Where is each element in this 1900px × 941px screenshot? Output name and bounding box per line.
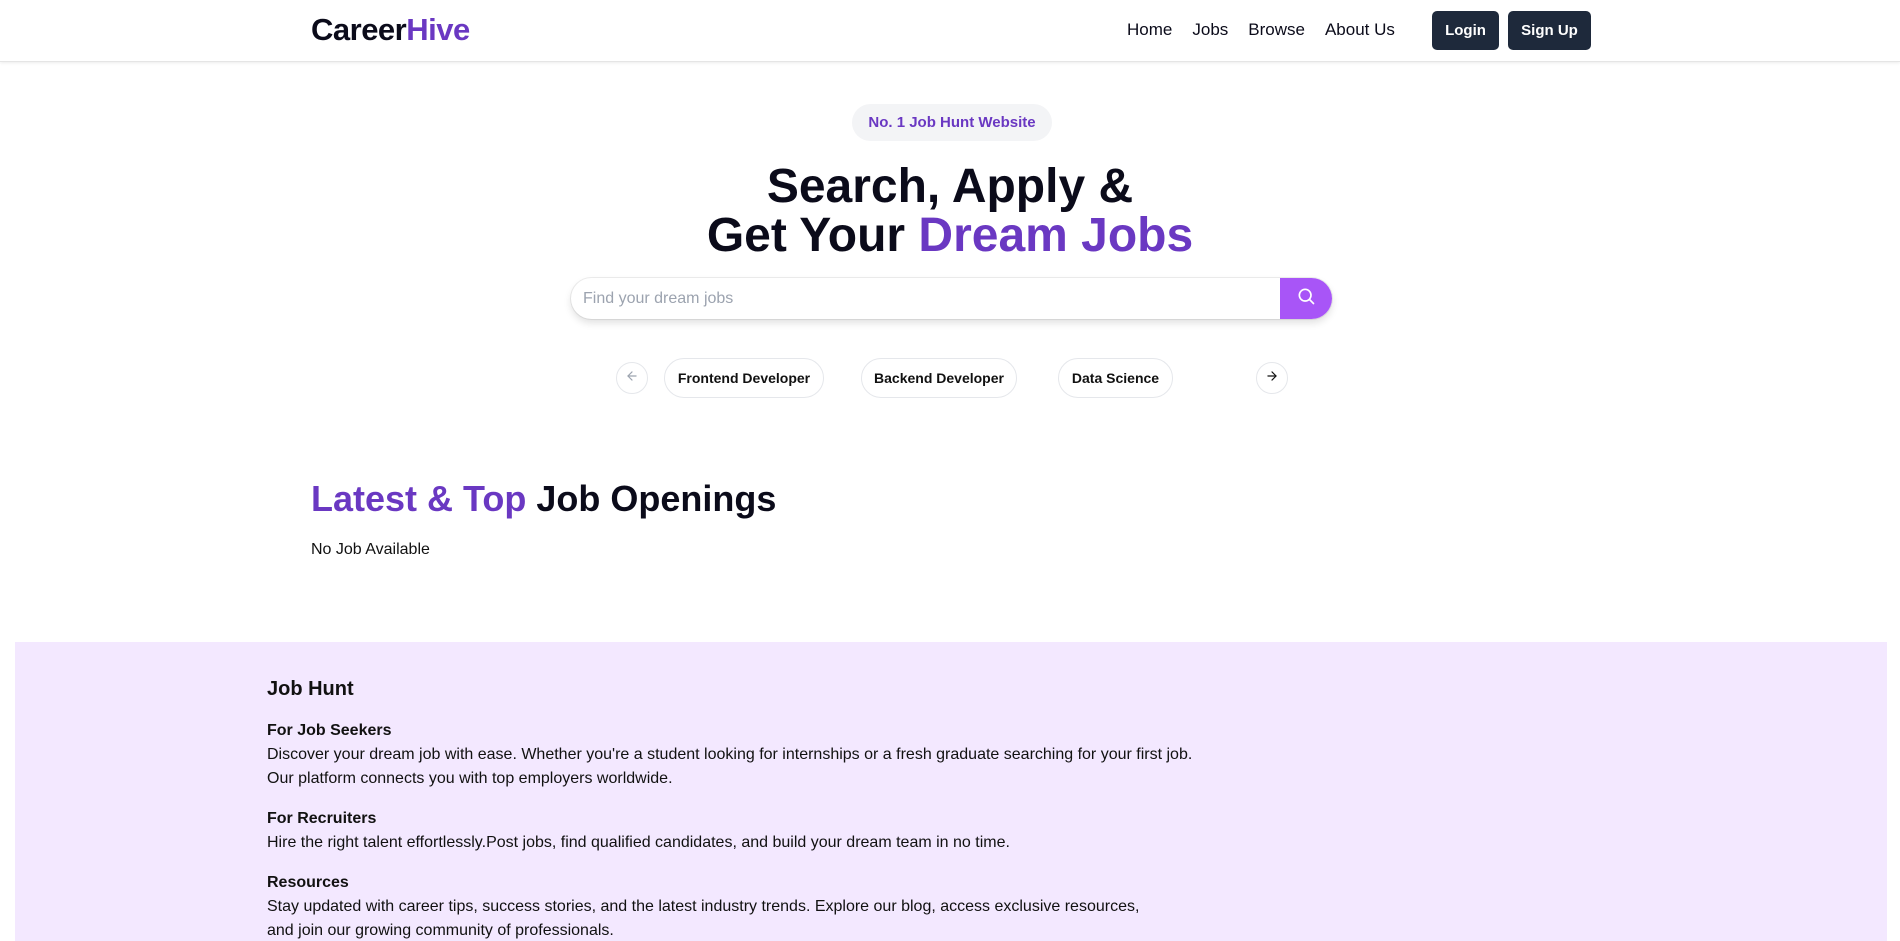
navbar: CareerHive Home Jobs Browse About Us Log… bbox=[0, 0, 1900, 62]
nav-jobs[interactable]: Jobs bbox=[1192, 20, 1228, 40]
footer-section-text: and join our growing community of profes… bbox=[267, 922, 614, 939]
footer-section-heading: Resources bbox=[267, 874, 349, 891]
footer: Job Hunt For Job Seekers Discover your d… bbox=[15, 642, 1887, 941]
search-input[interactable] bbox=[583, 278, 1273, 319]
carousel-next-button[interactable] bbox=[1256, 362, 1288, 394]
footer-section-text: Discover your dream job with ease. Wheth… bbox=[267, 746, 1193, 763]
arrow-right-icon bbox=[1265, 369, 1279, 388]
hero-title-accent: Dream Jobs bbox=[918, 209, 1194, 262]
category-chip[interactable]: Backend Developer bbox=[861, 358, 1017, 398]
search-button[interactable] bbox=[1280, 278, 1332, 319]
footer-section-job-seekers: For Job Seekers Discover your dream job … bbox=[267, 719, 1192, 791]
nav-browse[interactable]: Browse bbox=[1248, 20, 1305, 40]
nav-home[interactable]: Home bbox=[1127, 20, 1172, 40]
logo-part-2: Hive bbox=[406, 12, 470, 47]
latest-jobs-title: Latest & Top Job Openings bbox=[311, 478, 776, 520]
category-chip[interactable]: Data Science bbox=[1058, 358, 1173, 398]
carousel-prev-button[interactable] bbox=[616, 362, 648, 394]
latest-title-accent: Latest & Top bbox=[311, 478, 527, 519]
footer-section-text: Stay updated with career tips, success s… bbox=[267, 898, 1140, 915]
hero-title-line-2: Get Your Dream Jobs bbox=[600, 211, 1300, 260]
latest-title-plain: Job Openings bbox=[526, 478, 777, 519]
footer-section-recruiters: For Recruiters Hire the right talent eff… bbox=[267, 807, 1010, 855]
signup-button[interactable]: Sign Up bbox=[1508, 11, 1591, 50]
logo-part-1: Career bbox=[311, 12, 407, 47]
search-icon bbox=[1296, 286, 1316, 311]
search-bar bbox=[571, 278, 1332, 319]
footer-title: Job Hunt bbox=[267, 678, 354, 700]
footer-section-heading: For Job Seekers bbox=[267, 722, 392, 739]
logo[interactable]: CareerHive bbox=[311, 12, 470, 48]
category-chip[interactable]: Frontend Developer bbox=[664, 358, 824, 398]
nav-about-us[interactable]: About Us bbox=[1325, 20, 1395, 40]
hero-title-plain: Get Your bbox=[706, 209, 919, 262]
login-button[interactable]: Login bbox=[1432, 11, 1499, 50]
hero-title: Search, Apply & Get Your Dream Jobs bbox=[600, 162, 1300, 260]
footer-section-resources: Resources Stay updated with career tips,… bbox=[267, 871, 1139, 941]
nav-links: Home Jobs Browse About Us bbox=[1127, 20, 1415, 40]
arrow-left-icon bbox=[625, 369, 639, 388]
hero-badge: No. 1 Job Hunt Website bbox=[852, 104, 1052, 141]
footer-section-text: Hire the right talent effortlessly.Post … bbox=[267, 834, 1010, 851]
footer-section-text: Our platform connects you with top emplo… bbox=[267, 770, 673, 787]
empty-jobs-text: No Job Available bbox=[311, 541, 430, 558]
hero-title-line-1: Search, Apply & bbox=[766, 160, 1134, 213]
footer-section-heading: For Recruiters bbox=[267, 810, 377, 827]
